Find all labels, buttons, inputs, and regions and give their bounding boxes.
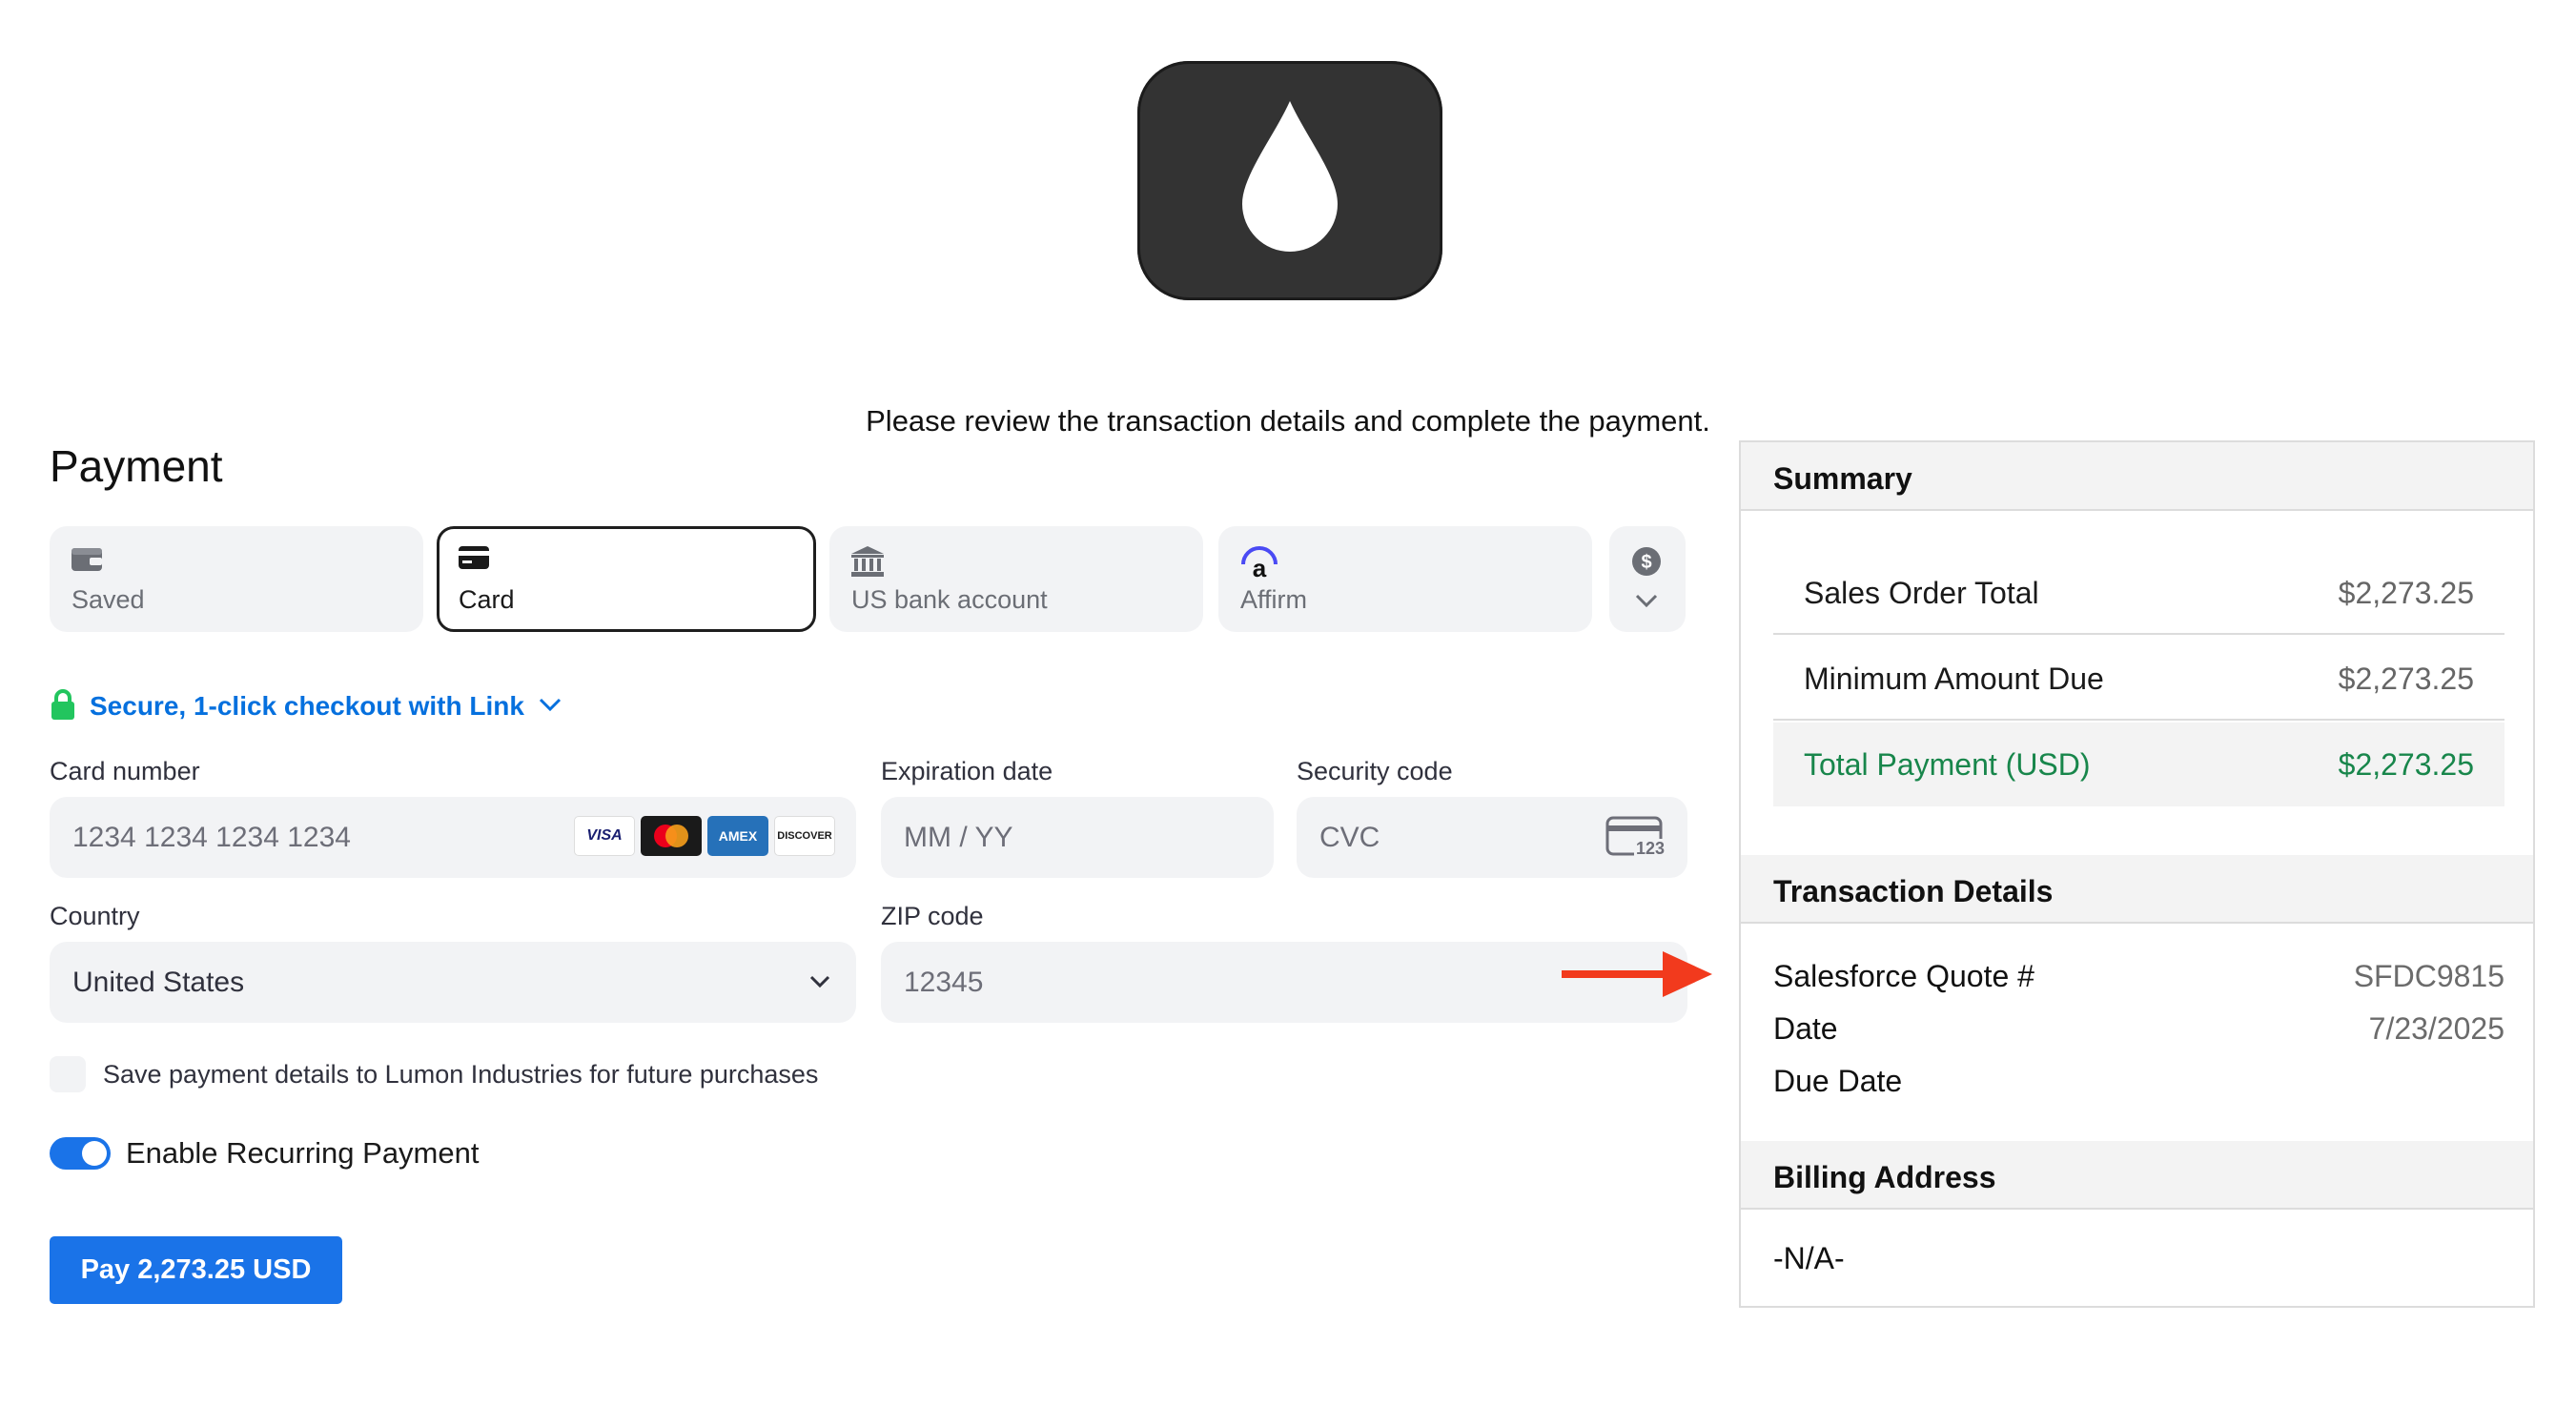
visa-icon: VISA — [574, 816, 635, 856]
country-select[interactable]: United States — [50, 942, 856, 1023]
zip-label: ZIP code — [881, 902, 984, 930]
annotation-arrow-icon — [1562, 949, 1714, 1004]
cvc-icon-text: 123 — [1633, 839, 1666, 859]
recurring-text: Enable Recurring Payment — [126, 1136, 480, 1170]
card-number-placeholder: 1234 1234 1234 1234 — [72, 822, 351, 853]
tab-card[interactable]: Card — [437, 526, 816, 632]
card-number-label: Card number — [50, 757, 200, 785]
billing-title: Billing Address — [1773, 1160, 1996, 1194]
amex-icon: AMEX — [707, 816, 768, 856]
save-details-option[interactable]: Save payment details to Lumon Industries… — [50, 1056, 818, 1092]
cashapp-icon: $ — [1630, 545, 1663, 582]
expiration-placeholder: MM / YY — [904, 822, 1013, 853]
cvc-input[interactable]: CVC 123 — [1297, 797, 1687, 878]
tab-us-bank-account[interactable]: US bank account — [829, 526, 1203, 632]
payment-title: Payment — [50, 441, 223, 491]
security-code-label: Security code — [1297, 757, 1453, 785]
link-checkout[interactable]: Secure, 1-click checkout with Link — [50, 687, 562, 725]
mastercard-icon — [641, 816, 702, 856]
summary-row-value: $2,273.25 — [2338, 576, 2474, 610]
intro-text: Please review the transaction details an… — [866, 404, 1710, 438]
wallet-icon — [71, 545, 103, 577]
zip-placeholder: 12345 — [904, 967, 984, 998]
summary-row-label: Minimum Amount Due — [1804, 662, 2104, 696]
water-drop-icon — [1242, 101, 1338, 252]
transaction-row: Salesforce Quote # SFDC9815 — [1773, 953, 2504, 1001]
discover-icon: DISCOVER — [774, 816, 835, 856]
summary-total-row: Total Payment (USD) $2,273.25 — [1773, 723, 2504, 806]
transaction-row-label: Date — [1773, 1011, 1838, 1046]
recurring-toggle[interactable] — [50, 1137, 111, 1170]
expiration-label: Expiration date — [881, 757, 1053, 785]
summary-title: Summary — [1773, 461, 1912, 496]
transaction-row: Due Date — [1773, 1058, 2504, 1106]
chevron-down-icon — [538, 697, 562, 717]
summary-row-label: Sales Order Total — [1804, 576, 2039, 610]
transaction-row-label: Due Date — [1773, 1064, 1903, 1098]
billing-address-value: -N/A- — [1773, 1241, 1845, 1275]
tab-bank-label: US bank account — [851, 585, 1048, 614]
tab-card-label: Card — [459, 585, 515, 614]
link-checkout-text: Secure, 1-click checkout with Link — [90, 691, 524, 721]
country-label: Country — [50, 902, 140, 930]
tab-affirm-label: Affirm — [1240, 585, 1308, 614]
bank-icon — [850, 545, 885, 582]
country-value: United States — [72, 967, 245, 998]
affirm-icon: a — [1239, 545, 1279, 584]
more-methods-button[interactable]: $ — [1609, 526, 1686, 632]
summary-header: Summary — [1741, 442, 2533, 511]
expiration-input[interactable]: MM / YY — [881, 797, 1274, 878]
recurring-option[interactable]: Enable Recurring Payment — [50, 1136, 479, 1171]
transaction-title: Transaction Details — [1773, 874, 2054, 908]
billing-header: Billing Address — [1741, 1141, 2533, 1210]
tab-saved-label: Saved — [72, 585, 145, 614]
summary-total-value: $2,273.25 — [2338, 747, 2474, 782]
summary-row: Minimum Amount Due $2,273.25 — [1773, 637, 2504, 721]
transaction-row-label: Salesforce Quote # — [1773, 959, 2034, 993]
tab-saved[interactable]: Saved — [50, 526, 423, 632]
card-icon — [458, 545, 490, 575]
summary-total-label: Total Payment (USD) — [1804, 747, 2091, 782]
lock-icon — [50, 688, 76, 725]
summary-row-value: $2,273.25 — [2338, 662, 2474, 696]
transaction-row: Date 7/23/2025 — [1773, 1006, 2504, 1053]
chevron-down-icon — [1634, 593, 1659, 613]
card-number-input[interactable]: 1234 1234 1234 1234 VISA AMEX DISCOVER — [50, 797, 856, 878]
chevron-down-icon — [808, 974, 831, 994]
transaction-row-value: 7/23/2025 — [2368, 1011, 2504, 1046]
pay-button[interactable]: Pay 2,273.25 USD — [50, 1236, 342, 1304]
save-details-text: Save payment details to Lumon Industries… — [103, 1059, 819, 1089]
company-logo — [1137, 61, 1442, 300]
tab-affirm[interactable]: a Affirm — [1218, 526, 1592, 632]
svg-text:a: a — [1253, 554, 1267, 580]
transaction-header: Transaction Details — [1741, 855, 2533, 924]
svg-text:$: $ — [1641, 552, 1651, 573]
summary-panel: Summary Sales Order Total $2,273.25 Mini… — [1739, 440, 2535, 1308]
summary-row: Sales Order Total $2,273.25 — [1773, 551, 2504, 635]
save-details-checkbox[interactable] — [50, 1056, 86, 1092]
cvc-placeholder: CVC — [1319, 822, 1380, 853]
transaction-row-value: SFDC9815 — [2353, 959, 2504, 993]
